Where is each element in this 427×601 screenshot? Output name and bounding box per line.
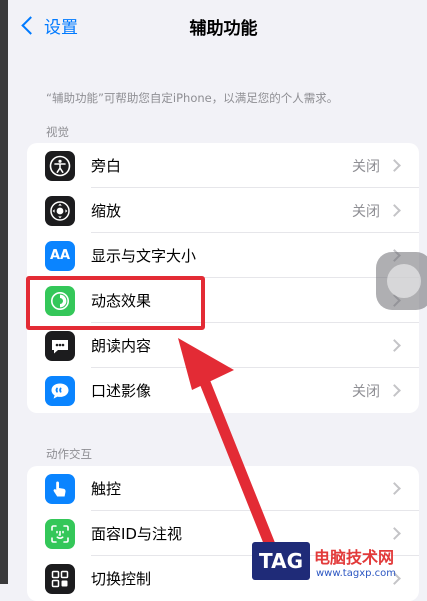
row-motion[interactable]: 动态效果 [27, 278, 419, 323]
chevron-right-icon [388, 159, 401, 172]
motion-icon [45, 285, 75, 316]
accessibility-description: “辅助功能”可帮助您自定iPhone，以满足您的个人需求。 [46, 91, 339, 105]
row-label: 动态效果 [91, 292, 152, 310]
row-label: 触控 [91, 480, 122, 498]
watermark-tag: TAG [252, 542, 310, 580]
row-display-text-size[interactable]: AA 显示与文字大小 [27, 233, 419, 278]
spoken-content-icon [45, 330, 75, 361]
row-label: 口述影像 [91, 382, 152, 400]
zoom-icon [45, 195, 75, 226]
row-value: 关闭 [352, 383, 380, 400]
row-voiceover[interactable]: 旁白 关闭 [27, 143, 419, 188]
vision-settings-group: 旁白 关闭 缩放 关闭 AA 显示与文字大小 动态效果 朗读内容 口述影像 关闭 [27, 143, 419, 413]
row-value: 关闭 [352, 158, 380, 175]
row-label: 缩放 [91, 202, 122, 220]
page-title: 辅助功能 [189, 19, 258, 39]
navigation-bar: 设置 辅助功能 [8, 0, 427, 52]
display-text-size-icon: AA [45, 240, 75, 271]
assistive-touch-button[interactable] [376, 252, 427, 310]
section-header-interaction: 动作交互 [46, 447, 92, 461]
row-value: 关闭 [352, 203, 380, 220]
voiceover-icon [45, 150, 75, 181]
chevron-right-icon [388, 339, 401, 352]
row-audio-description[interactable]: 口述影像 关闭 [27, 368, 419, 413]
touch-icon [45, 473, 75, 504]
watermark-title: 电脑技术网 [314, 548, 395, 567]
row-spoken-content[interactable]: 朗读内容 [27, 323, 419, 368]
row-touch[interactable]: 触控 [27, 466, 419, 511]
row-label: 旁白 [91, 157, 122, 175]
audio-description-icon [45, 375, 75, 406]
row-zoom[interactable]: 缩放 关闭 [27, 188, 419, 233]
watermark: TAG 电脑技术网 www.tagxp.com [252, 540, 427, 584]
chevron-right-icon [388, 482, 401, 495]
chevron-right-icon [388, 384, 401, 397]
chevron-right-icon [388, 204, 401, 217]
left-edge [0, 0, 8, 584]
section-header-vision: 视觉 [46, 125, 69, 139]
assistive-touch-dot [387, 264, 421, 298]
watermark-url: www.tagxp.com [316, 568, 396, 579]
switch-control-icon [45, 563, 75, 594]
chevron-right-icon [388, 527, 401, 540]
row-label: 显示与文字大小 [91, 247, 197, 265]
face-id-icon [45, 518, 75, 549]
row-label: 朗读内容 [91, 337, 152, 355]
